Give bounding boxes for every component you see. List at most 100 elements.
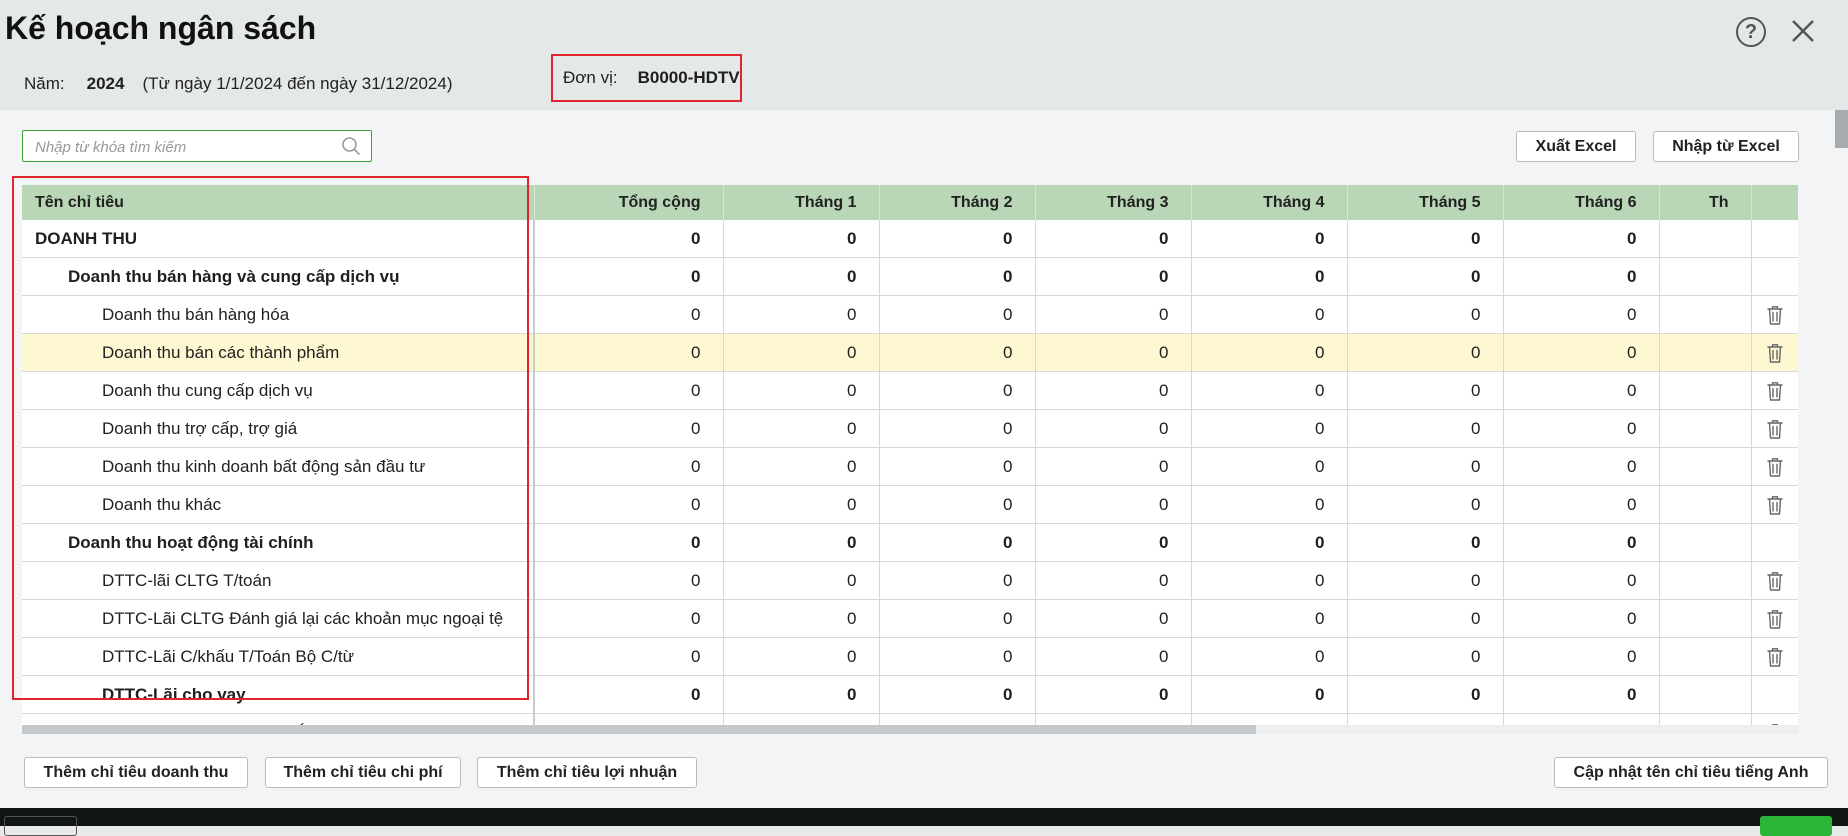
month-3-cell[interactable]: 0: [1035, 220, 1192, 258]
update-english-names-button[interactable]: Cập nhật tên chỉ tiêu tiếng Anh: [1554, 757, 1828, 788]
table-row[interactable]: Doanh thu bán hàng và cung cấp dịch vụ 0 0…: [22, 257, 1798, 296]
month-5-cell[interactable]: 0: [1347, 295, 1504, 334]
column-header-month-7[interactable]: Th: [1659, 185, 1752, 220]
horizontal-scrollbar[interactable]: [22, 725, 1798, 734]
month-7-cell[interactable]: [1659, 485, 1752, 524]
total-cell[interactable]: 0: [534, 295, 724, 334]
row-name-cell[interactable]: DTTC-lãi CLTG T/toán: [22, 561, 535, 600]
column-header-month-3[interactable]: Tháng 3: [1035, 185, 1192, 220]
month-5-cell[interactable]: 0: [1347, 447, 1504, 486]
month-4-cell[interactable]: 0: [1191, 295, 1348, 334]
month-1-cell[interactable]: 0: [723, 371, 880, 410]
row-name-cell[interactable]: Doanh thu bán các thành phẩm: [22, 333, 535, 372]
month-2-cell[interactable]: 0: [879, 675, 1036, 714]
month-1-cell[interactable]: 0: [723, 295, 880, 334]
month-4-cell[interactable]: 0: [1191, 257, 1348, 296]
month-6-cell[interactable]: 0: [1503, 599, 1660, 638]
month-3-cell[interactable]: 0: [1035, 561, 1192, 600]
month-5-cell[interactable]: 0: [1347, 371, 1504, 410]
trash-icon[interactable]: [1765, 418, 1785, 440]
month-6-cell[interactable]: 0: [1503, 447, 1660, 486]
month-4-cell[interactable]: 0: [1191, 523, 1348, 562]
month-6-cell[interactable]: 0: [1503, 371, 1660, 410]
column-header-name[interactable]: Tên chỉ tiêu: [22, 185, 535, 220]
add-profit-item-button[interactable]: Thêm chỉ tiêu lợi nhuận: [477, 757, 697, 788]
total-cell[interactable]: 0: [534, 371, 724, 410]
month-2-cell[interactable]: 0: [879, 220, 1036, 258]
month-5-cell[interactable]: 0: [1347, 599, 1504, 638]
table-row[interactable]: Doanh thu kinh doanh bất động sản đầu tư…: [22, 447, 1798, 486]
month-3-cell[interactable]: 0: [1035, 333, 1192, 372]
month-5-cell[interactable]: 0: [1347, 333, 1504, 372]
month-6-cell[interactable]: 0: [1503, 333, 1660, 372]
column-header-month-5[interactable]: Tháng 5: [1347, 185, 1504, 220]
trash-icon[interactable]: [1765, 570, 1785, 592]
table-row[interactable]: Doanh thu trợ cấp, trợ giá 0 0 0 0 0 0 0: [22, 409, 1798, 448]
row-name-cell[interactable]: Doanh thu khác: [22, 485, 535, 524]
table-row[interactable]: DTTC-Lãi C/khấu T/Toán Bộ C/từ 0 0 0 0 0 0 0: [22, 637, 1798, 676]
column-header-month-2[interactable]: Tháng 2: [879, 185, 1036, 220]
month-3-cell[interactable]: 0: [1035, 447, 1192, 486]
month-5-cell[interactable]: 0: [1347, 485, 1504, 524]
table-row[interactable]: DTTC-Lãi cho vay ngắn hạn0000000: [22, 713, 1798, 725]
month-5-cell[interactable]: 0: [1347, 675, 1504, 714]
row-name-cell[interactable]: Doanh thu kinh doanh bất động sản đầu tư: [22, 447, 535, 486]
month-7-cell[interactable]: [1659, 447, 1752, 486]
row-name-cell[interactable]: Doanh thu cung cấp dịch vụ: [22, 371, 535, 410]
column-header-month-4[interactable]: Tháng 4: [1191, 185, 1348, 220]
month-1-cell[interactable]: 0: [723, 409, 880, 448]
month-4-cell[interactable]: 0: [1191, 409, 1348, 448]
column-header-month-6[interactable]: Tháng 6: [1503, 185, 1660, 220]
month-6-cell[interactable]: 0: [1503, 713, 1660, 725]
month-1-cell[interactable]: 0: [723, 675, 880, 714]
month-1-cell[interactable]: 0: [723, 447, 880, 486]
month-2-cell[interactable]: 0: [879, 637, 1036, 676]
month-1-cell[interactable]: 0: [723, 561, 880, 600]
export-excel-button[interactable]: Xuất Excel: [1516, 131, 1636, 162]
month-3-cell[interactable]: 0: [1035, 599, 1192, 638]
trash-icon[interactable]: [1765, 608, 1785, 630]
month-2-cell[interactable]: 0: [879, 561, 1036, 600]
total-cell[interactable]: 0: [534, 561, 724, 600]
total-cell[interactable]: 0: [534, 485, 724, 524]
search-input[interactable]: [23, 131, 337, 163]
month-2-cell[interactable]: 0: [879, 295, 1036, 334]
month-2-cell[interactable]: 0: [879, 371, 1036, 410]
table-row[interactable]: Doanh thu bán các thành phẩm 0 0 0 0 0 0 0: [22, 333, 1798, 372]
total-cell[interactable]: 0: [534, 220, 724, 258]
table-row[interactable]: DTTC-Lãi CLTG Đánh giá lại các khoản mục…: [22, 599, 1798, 638]
month-6-cell[interactable]: 0: [1503, 295, 1660, 334]
month-4-cell[interactable]: 0: [1191, 561, 1348, 600]
month-4-cell[interactable]: 0: [1191, 713, 1348, 725]
row-name-cell[interactable]: DTTC-Lãi cho vay ngắn hạn: [22, 713, 535, 725]
trash-icon[interactable]: [1765, 456, 1785, 478]
month-3-cell[interactable]: 0: [1035, 713, 1192, 725]
month-6-cell[interactable]: 0: [1503, 561, 1660, 600]
month-2-cell[interactable]: 0: [879, 257, 1036, 296]
total-cell[interactable]: 0: [534, 447, 724, 486]
month-1-cell[interactable]: 0: [723, 257, 880, 296]
table-row[interactable]: DTTC-Lãi cho vay 0 0 0 0 0 0 0: [22, 675, 1798, 714]
trash-icon[interactable]: [1765, 494, 1785, 516]
month-7-cell[interactable]: [1659, 333, 1752, 372]
month-7-cell[interactable]: [1659, 713, 1752, 725]
import-excel-button[interactable]: Nhập từ Excel: [1653, 131, 1799, 162]
month-4-cell[interactable]: 0: [1191, 675, 1348, 714]
month-5-cell[interactable]: 0: [1347, 409, 1504, 448]
month-2-cell[interactable]: 0: [879, 447, 1036, 486]
month-2-cell[interactable]: 0: [879, 713, 1036, 725]
total-cell[interactable]: 0: [534, 637, 724, 676]
row-name-cell[interactable]: Doanh thu hoạt động tài chính: [22, 523, 535, 562]
month-4-cell[interactable]: 0: [1191, 333, 1348, 372]
month-6-cell[interactable]: 0: [1503, 220, 1660, 258]
column-header-month-1[interactable]: Tháng 1: [723, 185, 880, 220]
month-1-cell[interactable]: 0: [723, 713, 880, 725]
month-7-cell[interactable]: [1659, 295, 1752, 334]
total-cell[interactable]: 0: [534, 599, 724, 638]
month-3-cell[interactable]: 0: [1035, 485, 1192, 524]
month-3-cell[interactable]: 0: [1035, 409, 1192, 448]
horizontal-scroll-thumb[interactable]: [22, 725, 1256, 734]
table-row[interactable]: DOANH THU 0 0 0 0 0 0 0: [22, 220, 1798, 258]
month-7-cell[interactable]: [1659, 220, 1752, 258]
month-2-cell[interactable]: 0: [879, 409, 1036, 448]
